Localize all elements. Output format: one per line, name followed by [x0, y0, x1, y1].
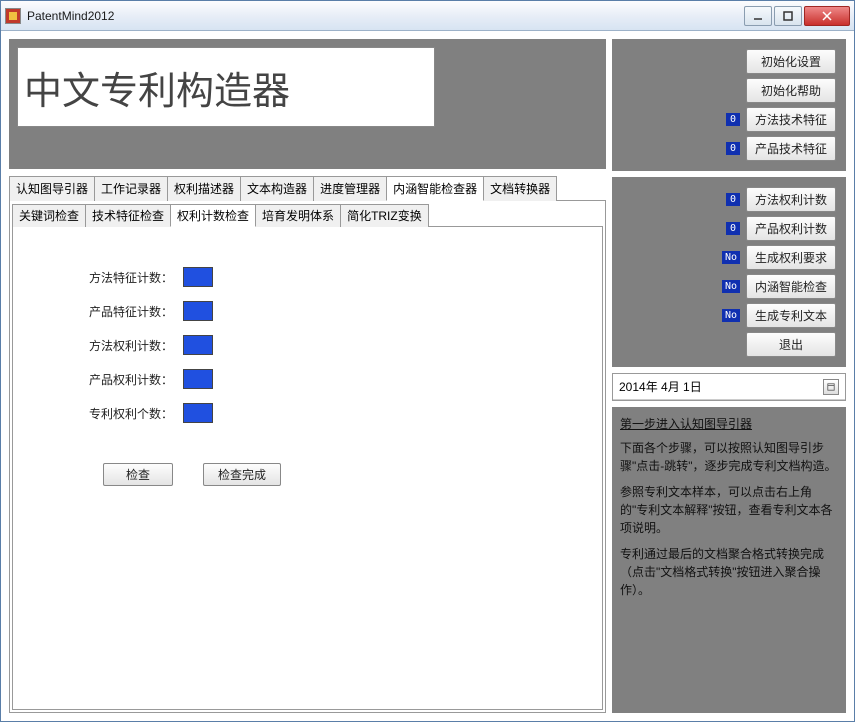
method-claim-count-button[interactable]: 方法权利计数	[746, 187, 836, 212]
subtab-feature-check[interactable]: 技术特征检查	[85, 204, 171, 227]
tab-text-constructor[interactable]: 文本构造器	[240, 176, 314, 201]
help-paragraph-3: 专利通过最后的文档聚合格式转换完成（点击"文档格式转换"按钮进入聚合操作）。	[620, 545, 838, 599]
left-column: 中文专利构造器 认知图导引器 工作记录器 权利描述器 文本构造器 进度管理器 内…	[9, 39, 606, 713]
maximize-button[interactable]	[774, 6, 802, 26]
row-product-claim-count: 产品权利计数：	[73, 369, 542, 389]
side-panel-middle: 0 方法权利计数 0 产品权利计数 No 生成权利要求 No 内涵智能检查 No	[612, 177, 846, 367]
subtab-triz-transform[interactable]: 简化TRIZ变换	[340, 204, 429, 227]
method-feature-button[interactable]: 方法技术特征	[746, 107, 836, 132]
label-method-feature-count: 方法特征计数：	[73, 269, 173, 286]
help-header: 第一步进入认知图导引器	[620, 415, 838, 433]
label-total-claim-count: 专利权利个数：	[73, 405, 173, 422]
subtab-keyword-check[interactable]: 关键词检查	[12, 204, 86, 227]
generate-patent-text-button[interactable]: 生成专利文本	[746, 303, 836, 328]
tab-claim-describer[interactable]: 权利描述器	[167, 176, 241, 201]
close-button[interactable]	[804, 6, 850, 26]
smart-check-button[interactable]: 内涵智能检查	[746, 274, 836, 299]
titlebar: PatentMind2012	[1, 1, 854, 31]
badge-smart-check: No	[722, 280, 740, 293]
badge-gen-claims: No	[722, 251, 740, 264]
subtab-invention-system[interactable]: 培育发明体系	[255, 204, 341, 227]
app-title-box: 中文专利构造器	[17, 47, 435, 127]
row-method-feature-count: 方法特征计数：	[73, 267, 542, 287]
check-button[interactable]: 检查	[103, 463, 173, 486]
tab-smart-checker[interactable]: 内涵智能检查器	[386, 176, 484, 201]
product-feature-button[interactable]: 产品技术特征	[746, 136, 836, 161]
value-total-claim-count	[183, 403, 213, 423]
date-picker[interactable]: 2014年 4月 1日	[613, 374, 845, 400]
minimize-button[interactable]	[744, 6, 772, 26]
client-area: 中文专利构造器 认知图导引器 工作记录器 权利描述器 文本构造器 进度管理器 内…	[1, 31, 854, 721]
date-value: 2014年 4月 1日	[619, 378, 702, 395]
badge-product-claim: 0	[726, 222, 740, 235]
main-tabstrip: 认知图导引器 工作记录器 权利描述器 文本构造器 进度管理器 内涵智能检查器 文…	[9, 175, 606, 201]
init-help-button[interactable]: 初始化帮助	[746, 78, 836, 103]
app-window: PatentMind2012 中文专利构造器 认知图导引器 工作记录器 权利描述…	[0, 0, 855, 722]
label-product-feature-count: 产品特征计数：	[73, 303, 173, 320]
calendar-dropdown-icon[interactable]	[823, 379, 839, 395]
right-column: 初始化设置 初始化帮助 0 方法技术特征 0 产品技术特征 0 方法权利计数 0	[612, 39, 846, 713]
exit-button[interactable]: 退出	[746, 332, 836, 357]
window-controls	[744, 6, 850, 26]
row-total-claim-count: 专利权利个数：	[73, 403, 542, 423]
badge-product-feature: 0	[726, 142, 740, 155]
value-method-claim-count	[183, 335, 213, 355]
check-done-button[interactable]: 检查完成	[203, 463, 281, 486]
badge-method-claim: 0	[726, 193, 740, 206]
help-paragraph-2: 参照专利文本样本，可以点击右上角的"专利文本解释"按钮，查看专利文本各项说明。	[620, 483, 838, 537]
subtab-claim-count-check[interactable]: 权利计数检查	[170, 204, 256, 227]
header-panel: 中文专利构造器	[9, 39, 606, 169]
help-panel: 第一步进入认知图导引器 下面各个步骤，可以按照认知图导引步骤"点击-跳转"，逐步…	[612, 407, 846, 713]
value-product-claim-count	[183, 369, 213, 389]
help-paragraph-1: 下面各个步骤，可以按照认知图导引步骤"点击-跳转"，逐步完成专利文档构造。	[620, 439, 838, 475]
window-title: PatentMind2012	[27, 9, 744, 23]
badge-gen-patent: No	[722, 309, 740, 322]
label-product-claim-count: 产品权利计数：	[73, 371, 173, 388]
tab-doc-converter[interactable]: 文档转换器	[483, 176, 557, 201]
tab-cognitive-map[interactable]: 认知图导引器	[9, 176, 95, 201]
value-product-feature-count	[183, 301, 213, 321]
main-tab-content: 关键词检查 技术特征检查 权利计数检查 培育发明体系 简化TRIZ变换 方法特征…	[9, 201, 606, 713]
sub-tab-content: 方法特征计数： 产品特征计数： 方法权利计数： 产品权利计数：	[12, 227, 603, 710]
app-icon	[5, 8, 21, 24]
app-title: 中文专利构造器	[24, 60, 290, 115]
action-button-row: 检查 检查完成	[103, 463, 542, 486]
side-panel-top: 初始化设置 初始化帮助 0 方法技术特征 0 产品技术特征	[612, 39, 846, 171]
tab-work-recorder[interactable]: 工作记录器	[94, 176, 168, 201]
generate-claims-button[interactable]: 生成权利要求	[746, 245, 836, 270]
badge-method-feature: 0	[726, 113, 740, 126]
init-settings-button[interactable]: 初始化设置	[746, 49, 836, 74]
sub-tabstrip: 关键词检查 技术特征检查 权利计数检查 培育发明体系 简化TRIZ变换	[12, 203, 603, 227]
tab-progress-manager[interactable]: 进度管理器	[313, 176, 387, 201]
row-method-claim-count: 方法权利计数：	[73, 335, 542, 355]
date-panel: 2014年 4月 1日	[612, 373, 846, 401]
product-claim-count-button[interactable]: 产品权利计数	[746, 216, 836, 241]
row-product-feature-count: 产品特征计数：	[73, 301, 542, 321]
label-method-claim-count: 方法权利计数：	[73, 337, 173, 354]
value-method-feature-count	[183, 267, 213, 287]
